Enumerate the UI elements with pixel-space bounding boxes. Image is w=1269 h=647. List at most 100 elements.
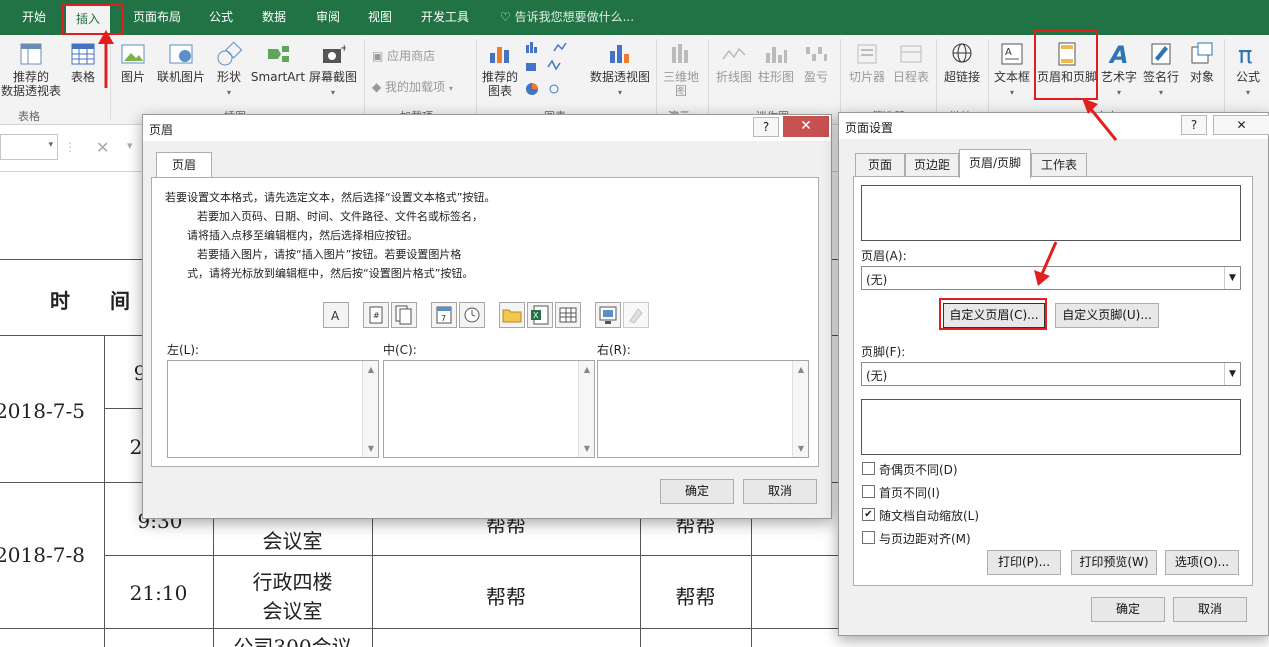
scrollbar[interactable]: ▲ ▼ — [578, 361, 594, 457]
recommended-charts-button[interactable]: 推荐的 图表 — [480, 41, 520, 98]
tab-review[interactable]: 审阅 — [316, 0, 340, 35]
insert-time-button[interactable] — [459, 302, 485, 328]
scale-with-doc-checkbox[interactable]: ✔ — [862, 508, 875, 521]
tab-data[interactable]: 数据 — [262, 0, 286, 35]
scroll-down-icon[interactable]: ▼ — [579, 444, 595, 453]
scroll-down-icon[interactable]: ▼ — [793, 444, 809, 453]
footer-select[interactable]: (无) ▼ — [861, 362, 1241, 386]
slicer-button[interactable]: 切片器 — [846, 41, 888, 84]
insert-page-count-button[interactable] — [391, 302, 417, 328]
annotation-arrow-icon — [1034, 241, 1058, 286]
print-preview-button[interactable]: 打印预览(W) — [1071, 550, 1157, 575]
online-picture-button[interactable]: 联机图片 — [155, 41, 207, 84]
column-sparkline-button[interactable]: 柱形图 — [756, 41, 796, 84]
name-box[interactable]: ▾ — [0, 134, 58, 160]
tab-sheet[interactable]: 工作表 — [1031, 153, 1087, 177]
chart-types-gallery[interactable] — [524, 39, 586, 101]
signature-line-button[interactable]: 签名行 ▾ — [1140, 41, 1182, 100]
screenshot-button[interactable]: + 屏幕截图 ▾ — [306, 41, 360, 100]
time-cell[interactable]: 21:10 — [104, 581, 213, 605]
tab-view[interactable]: 视图 — [368, 0, 392, 35]
tab-header[interactable]: 页眉 — [156, 152, 212, 178]
textbox-button[interactable]: A 文本框 ▾ — [992, 41, 1032, 100]
chevron-down-icon: ▾ — [1158, 88, 1163, 97]
close-button[interactable]: ✕ — [783, 116, 829, 137]
scroll-up-icon[interactable]: ▲ — [579, 365, 595, 374]
format-text-button[interactable]: A — [323, 302, 349, 328]
3d-map-button[interactable]: 三维地 图 — [660, 41, 702, 98]
annotation-arrow-icon — [1082, 98, 1118, 141]
divider — [988, 39, 989, 119]
textbox-icon: A — [1001, 43, 1023, 65]
pivot-chart-button[interactable]: 数据透视图 ▾ — [588, 41, 652, 100]
ok-button[interactable]: 确定 — [1091, 597, 1165, 622]
help-button[interactable]: ? — [1181, 115, 1207, 135]
divider — [364, 39, 365, 119]
room-cell[interactable]: 会议室 — [213, 595, 372, 624]
scrollbar[interactable]: ▲ ▼ — [362, 361, 378, 457]
insert-page-number-button[interactable]: # — [363, 302, 389, 328]
insert-sheet-name-button[interactable] — [555, 302, 581, 328]
smartart-button[interactable]: SmartArt — [250, 41, 306, 84]
cancel-formula-icon[interactable]: ✕ — [96, 138, 109, 157]
odd-even-checkbox[interactable] — [862, 462, 875, 475]
scroll-up-icon[interactable]: ▲ — [793, 365, 809, 374]
page-setup-dialog: 页面设置 ? ✕ 页面 页边距 页眉/页脚 工作表 页眉(A): (无) ▼ 自… — [838, 112, 1269, 636]
cancel-button[interactable]: 取消 — [1173, 597, 1247, 622]
tab-developer[interactable]: 开发工具 — [421, 0, 469, 35]
format-picture-button[interactable] — [623, 302, 649, 328]
app-store-button[interactable]: ▣ 应用商店 — [372, 47, 435, 64]
picture-button[interactable]: 图片 — [114, 41, 152, 84]
my-addins-button[interactable]: ◆ 我的加载项 ▾ — [372, 78, 453, 95]
tab-header-footer[interactable]: 页眉/页脚 — [959, 149, 1031, 178]
date-cell[interactable]: 2018-7-5 — [0, 399, 100, 423]
tab-home[interactable]: 开始 — [22, 0, 46, 35]
svg-text:A: A — [331, 309, 340, 323]
insert-file-path-button[interactable] — [499, 302, 525, 328]
ok-button[interactable]: 确定 — [660, 479, 734, 504]
print-button[interactable]: 打印(P)... — [987, 550, 1061, 575]
shapes-button[interactable]: 形状 ▾ — [212, 41, 246, 100]
header-cell-time[interactable]: 时 间 — [30, 285, 150, 314]
center-section-editor[interactable]: ▲ ▼ — [383, 360, 595, 458]
first-page-checkbox[interactable] — [862, 485, 875, 498]
left-section-editor[interactable]: ▲ ▼ — [167, 360, 379, 458]
name-cell[interactable]: 帮帮 — [372, 581, 640, 610]
help-button[interactable]: ? — [753, 117, 779, 137]
tell-me-box[interactable]: ♡ 告诉我您想要做什么... — [500, 0, 634, 35]
recommended-pivot-button[interactable]: 推荐的 数据透视表 — [0, 41, 62, 98]
room-cell[interactable]: 公司300会议 — [213, 631, 372, 647]
first-page-label: 首页不同(I) — [879, 486, 940, 500]
scrollbar[interactable]: ▲ ▼ — [792, 361, 808, 457]
date-cell[interactable]: 2018-7-8 — [0, 543, 100, 567]
tab-margins[interactable]: 页边距 — [905, 153, 959, 177]
tab-formulas[interactable]: 公式 — [209, 0, 233, 35]
scroll-up-icon[interactable]: ▲ — [363, 365, 379, 374]
close-button[interactable]: ✕ — [1213, 115, 1269, 135]
insert-file-name-button[interactable]: X — [527, 302, 553, 328]
line-sparkline-button[interactable]: 折线图 — [714, 41, 754, 84]
chevron-down-icon[interactable]: ▼ — [1224, 363, 1240, 385]
room-cell[interactable]: 行政四楼 — [213, 566, 372, 595]
formula-button[interactable]: π 公式 ▾ — [1228, 41, 1268, 100]
winloss-sparkline-button[interactable]: 盈亏 — [798, 41, 834, 84]
hyperlink-button[interactable]: 超链接 — [940, 41, 984, 84]
right-section-editor[interactable]: ▲ ▼ — [597, 360, 809, 458]
tab-page-layout[interactable]: 页面布局 — [133, 0, 181, 35]
name-cell[interactable]: 帮帮 — [640, 581, 751, 610]
wordart-button[interactable]: A 艺术字 ▾ — [1100, 41, 1138, 100]
timeline-button[interactable]: 日程表 — [890, 41, 932, 84]
tab-page[interactable]: 页面 — [855, 153, 905, 177]
custom-footer-button[interactable]: 自定义页脚(U)... — [1055, 303, 1159, 328]
options-button[interactable]: 选项(O)... — [1165, 550, 1239, 575]
cancel-button[interactable]: 取消 — [743, 479, 817, 504]
insert-date-button[interactable]: 7 — [431, 302, 457, 328]
scroll-down-icon[interactable]: ▼ — [363, 444, 379, 453]
resize-handle-icon[interactable]: ⋮ — [64, 140, 76, 154]
chevron-down-icon[interactable]: ▼ — [1224, 267, 1240, 289]
insert-picture-button[interactable] — [595, 302, 621, 328]
object-button[interactable]: 对象 — [1184, 41, 1220, 84]
insert-picture-icon — [599, 306, 617, 324]
align-margins-checkbox[interactable] — [862, 531, 875, 544]
room-cell[interactable]: 会议室 — [213, 525, 372, 554]
